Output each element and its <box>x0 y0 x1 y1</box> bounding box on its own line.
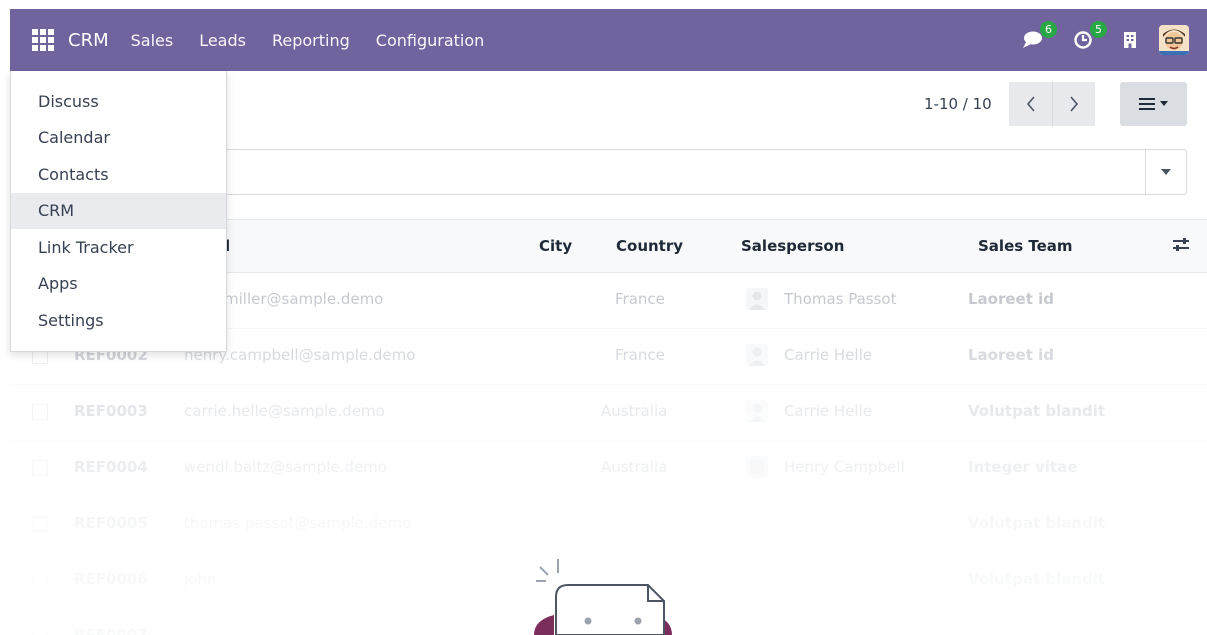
dropdown-item-calendar[interactable]: Calendar <box>11 120 226 157</box>
app-menu-grid-icon[interactable] <box>32 29 54 51</box>
row-email: thomas.passot@sample.demo <box>184 514 412 532</box>
search-options-toggle[interactable] <box>1145 150 1186 194</box>
row-reference: REF0005 <box>74 514 148 532</box>
row-email: wendi.baltz@sample.demo <box>184 458 387 476</box>
list-view-icon <box>1139 98 1155 110</box>
caret-down-icon <box>1160 101 1168 106</box>
salesperson-avatar-icon <box>746 288 768 310</box>
row-checkbox[interactable] <box>32 516 48 532</box>
messages-count-badge: 6 <box>1040 21 1057 38</box>
row-checkbox[interactable] <box>32 628 48 635</box>
menu-sales[interactable]: Sales <box>131 31 174 50</box>
row-salesperson: Carrie Helle <box>784 402 872 420</box>
app-switcher-dropdown: Discuss Calendar Contacts CRM Link Track… <box>10 71 227 352</box>
salesperson-avatar-icon <box>746 456 768 478</box>
column-salesperson-header[interactable]: Salesperson <box>741 237 844 255</box>
row-reference: REF0007 <box>74 626 148 635</box>
row-country: France <box>615 346 665 364</box>
table-row[interactable]: REF0005 thomas.passot@sample.demo Volutp… <box>10 497 1207 553</box>
empty-state-document-icon <box>534 559 672 635</box>
activity-menu[interactable]: 5 <box>1073 21 1107 50</box>
row-reference: REF0004 <box>74 458 148 476</box>
chat-icon <box>1023 31 1042 48</box>
row-reference: REF0006 <box>74 570 148 588</box>
table-row[interactable]: REF0004 wendi.baltz@sample.demo Australi… <box>10 441 1207 497</box>
salesperson-avatar-icon <box>746 344 768 366</box>
row-salesperson: Thomas Passot <box>784 290 897 308</box>
row-checkbox[interactable] <box>32 572 48 588</box>
building-icon <box>1124 32 1136 48</box>
row-sales-team: Laoreet id <box>968 290 1055 308</box>
column-city-header[interactable]: City <box>539 237 572 255</box>
pager-previous-button[interactable] <box>1009 82 1052 126</box>
menu-configuration[interactable]: Configuration <box>376 31 485 50</box>
row-checkbox[interactable] <box>32 404 48 420</box>
pager-value[interactable]: 1-10 / 10 <box>924 95 992 113</box>
dropdown-item-contacts[interactable]: Contacts <box>11 156 226 193</box>
dropdown-item-crm[interactable]: CRM <box>11 192 226 229</box>
row-email: carrie.helle@sample.demo <box>184 402 385 420</box>
row-email: miller@sample.demo <box>224 290 384 308</box>
row-reference: REF0003 <box>74 402 148 420</box>
menu-reporting[interactable]: Reporting <box>272 31 350 50</box>
user-avatar[interactable] <box>1159 25 1189 55</box>
column-country-header[interactable]: Country <box>616 237 683 255</box>
salesperson-avatar-icon <box>746 400 768 422</box>
row-country: Australia <box>601 458 668 476</box>
row-salesperson: Carrie Helle <box>784 346 872 364</box>
chevron-left-icon <box>1026 96 1035 112</box>
table-row[interactable]: REF0003 carrie.helle@sample.demo Austral… <box>10 385 1207 441</box>
caret-down-icon <box>1161 169 1171 175</box>
messaging-menu[interactable]: 6 <box>1021 21 1057 50</box>
row-sales-team: Volutpat blandit <box>968 402 1106 420</box>
row-checkbox[interactable] <box>32 460 48 476</box>
dropdown-item-settings[interactable]: Settings <box>11 302 226 339</box>
top-navbar: CRM Sales Leads Reporting Configuration … <box>10 9 1207 71</box>
dropdown-item-apps[interactable]: Apps <box>11 266 226 303</box>
optional-columns-toggle-icon[interactable] <box>1172 236 1190 258</box>
row-email: john <box>184 570 217 588</box>
row-sales-team: Volutpat blandit <box>968 514 1106 532</box>
dropdown-item-discuss[interactable]: Discuss <box>11 83 226 120</box>
row-sales-team: Volutpat blandit <box>968 570 1106 588</box>
row-country: France <box>615 290 665 308</box>
view-switcher-button[interactable] <box>1120 82 1187 126</box>
dropdown-item-link-tracker[interactable]: Link Tracker <box>11 229 226 266</box>
row-sales-team: Laoreet id <box>968 346 1055 364</box>
app-brand[interactable]: CRM <box>68 30 109 51</box>
row-sales-team: Integer vitae <box>968 458 1078 476</box>
menu-leads[interactable]: Leads <box>199 31 246 50</box>
company-switcher[interactable] <box>1123 31 1137 49</box>
column-sales-team-header[interactable]: Sales Team <box>978 237 1073 255</box>
row-salesperson: Henry Campbell <box>784 458 905 476</box>
chevron-right-icon <box>1070 96 1079 112</box>
activities-count-badge: 5 <box>1090 21 1107 38</box>
row-country: Australia <box>601 402 668 420</box>
pager-next-button[interactable] <box>1052 82 1095 126</box>
